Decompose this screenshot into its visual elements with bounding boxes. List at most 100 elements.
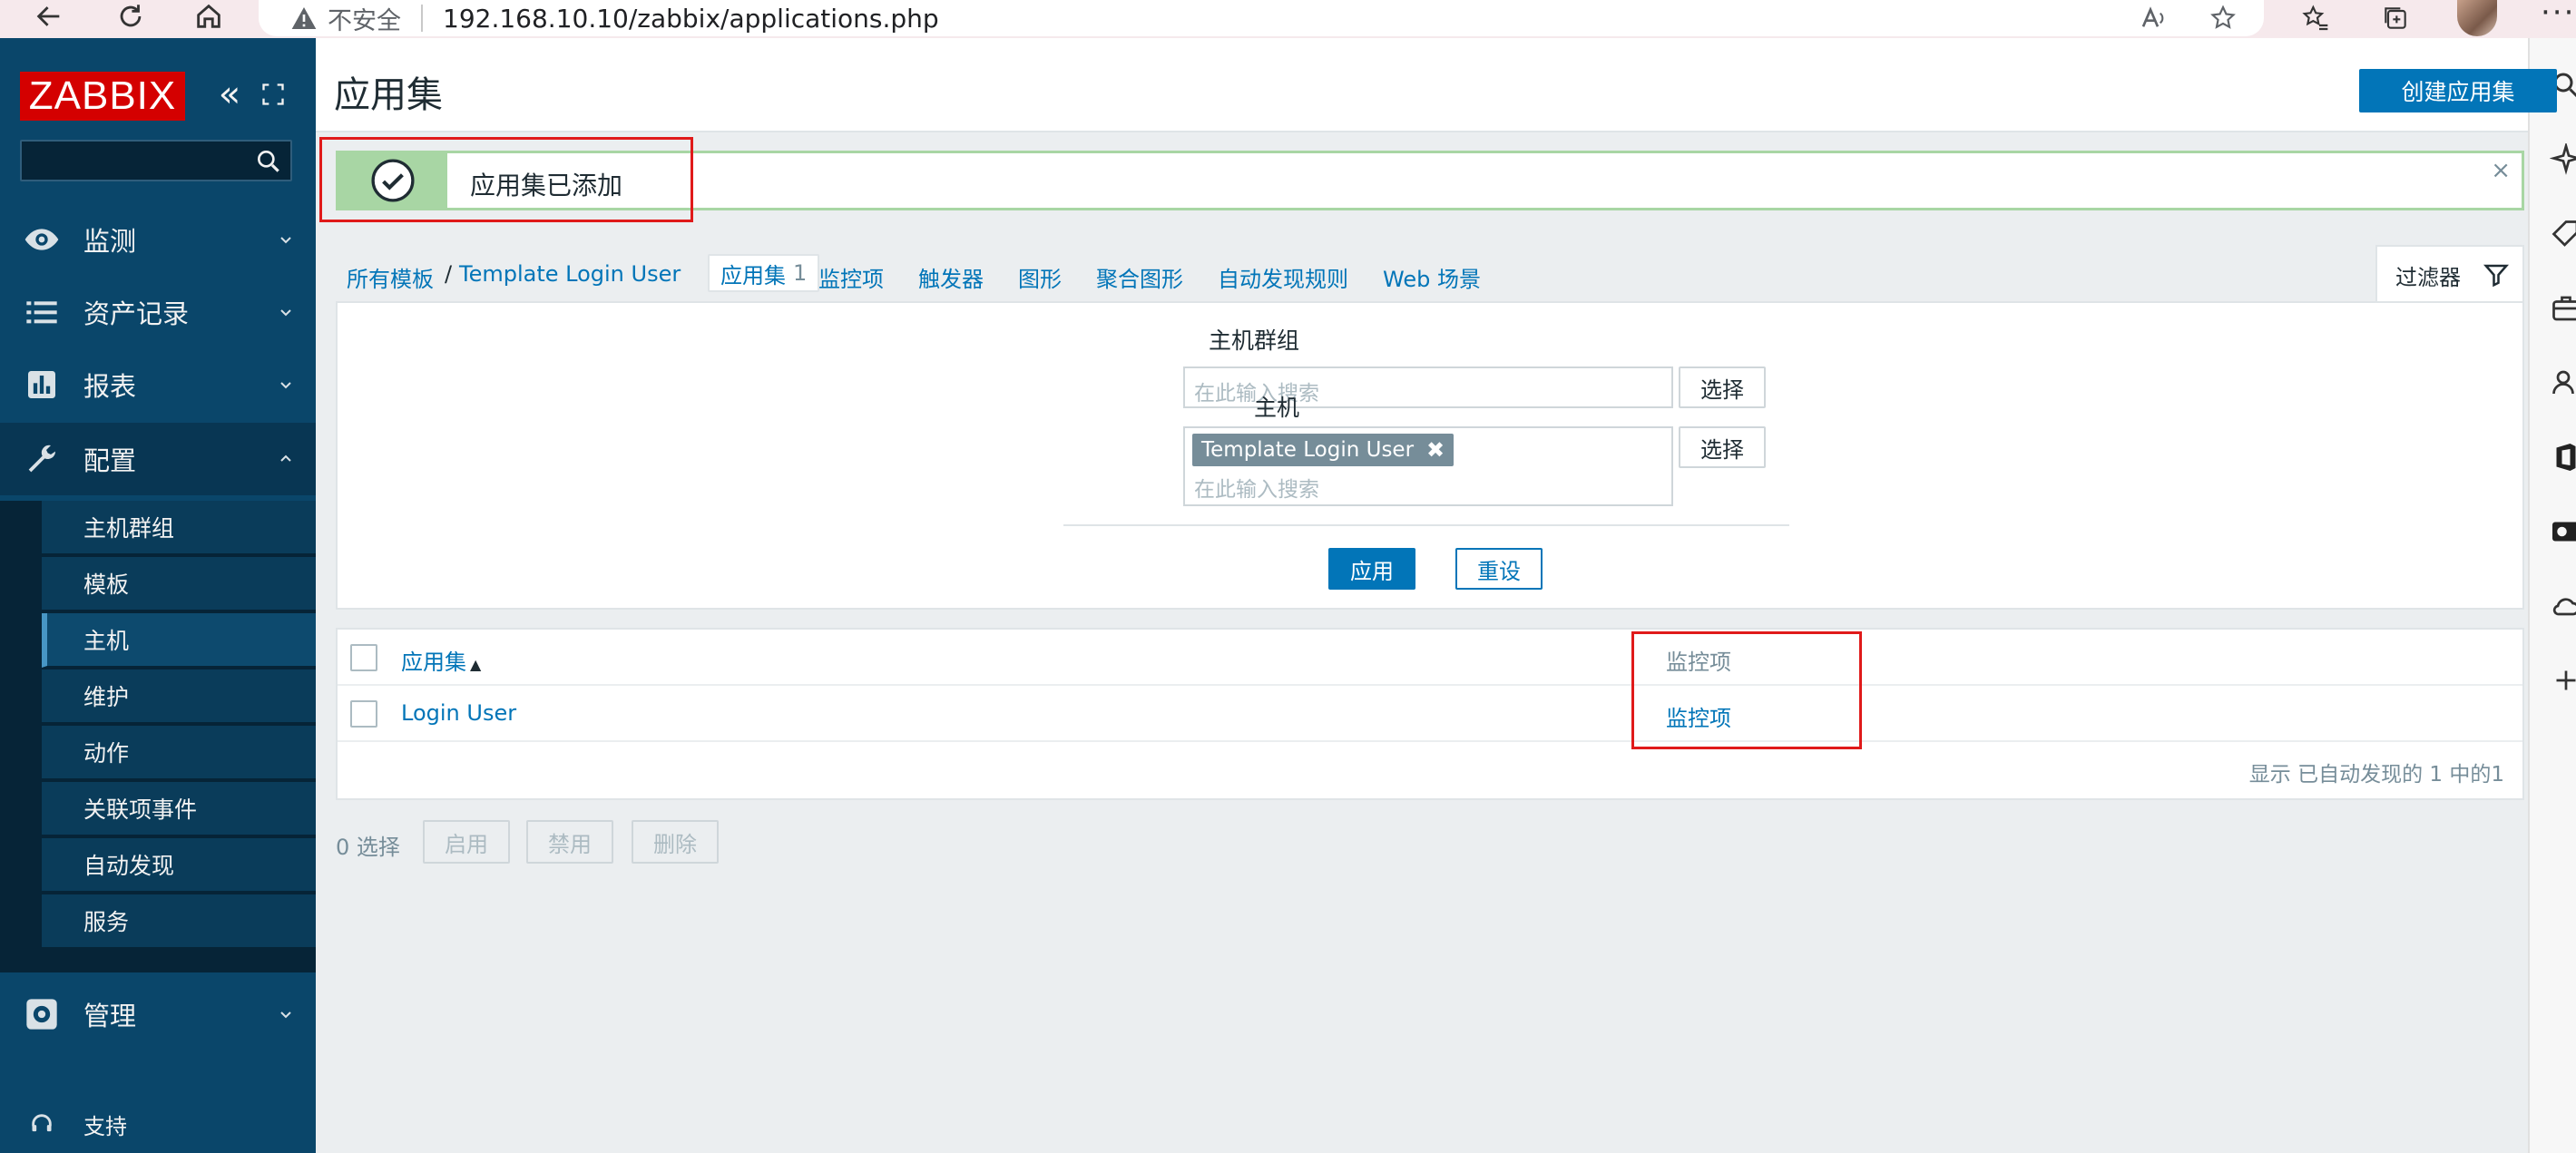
filter-tab[interactable]: 过滤器 xyxy=(2375,245,2524,303)
back-arrow-icon xyxy=(36,6,60,26)
add-favorite-button[interactable] xyxy=(2203,2,2243,34)
tab-screens[interactable]: 聚合图形 xyxy=(1096,261,1183,293)
host-chip: Template Login User ✖ xyxy=(1192,434,1455,466)
home-icon xyxy=(197,4,220,28)
delete-button[interactable]: 删除 xyxy=(632,820,719,864)
host-search-placeholder[interactable]: 在此输入搜索 xyxy=(1194,472,1319,503)
tab-count: 1 xyxy=(793,260,808,286)
host-group-select-button[interactable]: 选择 xyxy=(1679,366,1766,408)
wrench-icon xyxy=(24,441,60,477)
close-icon[interactable]: × xyxy=(2491,157,2511,184)
home-button[interactable] xyxy=(181,0,236,33)
column-application[interactable]: 应用集 ▲ xyxy=(401,644,481,676)
menu-inventory[interactable]: 资产记录 xyxy=(0,276,316,348)
submenu-correlation[interactable]: 关联项事件 xyxy=(42,782,316,836)
success-message: 应用集已添加 × xyxy=(336,151,2524,210)
outlook-icon[interactable] xyxy=(2550,515,2576,548)
submenu-hosts[interactable]: 主机 xyxy=(42,613,316,668)
read-aloud-icon xyxy=(2141,6,2164,27)
collections-button[interactable] xyxy=(2375,2,2415,34)
menu-reports[interactable]: 报表 xyxy=(0,348,316,421)
breadcrumb-all-templates[interactable]: 所有模板 xyxy=(347,261,434,293)
menu-configuration[interactable]: 配置 xyxy=(0,423,316,495)
page-title: 应用集 xyxy=(334,74,443,116)
favorites-button[interactable] xyxy=(2296,2,2336,34)
toolbox-icon[interactable] xyxy=(2550,292,2576,325)
sort-asc-icon: ▲ xyxy=(470,656,482,673)
table-footer: 显示 已自动发现的 1 中的1 xyxy=(2248,763,2504,787)
submenu-services[interactable]: 服务 xyxy=(42,894,316,949)
copilot-icon[interactable] xyxy=(2549,142,2576,176)
tab-web-scenarios[interactable]: Web 场景 xyxy=(1383,261,1481,293)
office-icon[interactable] xyxy=(2550,441,2576,474)
disable-button[interactable]: 禁用 xyxy=(526,820,613,864)
add-panel-icon[interactable] xyxy=(2550,664,2576,697)
support-link[interactable]: 支持 xyxy=(0,1101,316,1147)
filter-tab-label: 过滤器 xyxy=(2395,264,2461,290)
application-name-link[interactable]: Login User xyxy=(401,700,516,726)
selected-count: 0 选择 xyxy=(336,835,400,860)
create-application-button[interactable]: 创建应用集 xyxy=(2359,69,2557,112)
submenu-actions[interactable]: 动作 xyxy=(42,726,316,780)
read-aloud-button[interactable] xyxy=(2134,2,2174,34)
refresh-button[interactable] xyxy=(103,0,158,33)
navigation-tabs: 所有模板 / Template Login User 应用集 1 监控项 触发器… xyxy=(336,245,2524,303)
remove-chip-icon[interactable]: ✖ xyxy=(1426,437,1445,463)
kiosk-icon xyxy=(262,83,284,105)
submenu-maintenance[interactable]: 维护 xyxy=(42,669,316,724)
breadcrumb-template[interactable]: Template Login User xyxy=(459,261,681,287)
sidebar-search-input[interactable] xyxy=(20,140,292,181)
row-checkbox[interactable] xyxy=(350,700,377,728)
zabbix-logo[interactable]: ZABBIX xyxy=(20,72,185,121)
menu-monitoring[interactable]: 监测 xyxy=(0,203,316,276)
chevron-down-icon xyxy=(280,309,291,317)
tab-graphs[interactable]: 图形 xyxy=(1018,261,1062,293)
filter-divider xyxy=(1063,524,1789,526)
people-icon[interactable] xyxy=(2550,366,2576,399)
url-text[interactable]: 192.168.10.10/zabbix/applications.php xyxy=(443,4,939,34)
submenu-host-groups[interactable]: 主机群组 xyxy=(42,501,316,555)
headset-icon xyxy=(32,1114,52,1132)
back-button[interactable] xyxy=(22,0,76,33)
favorites-icon xyxy=(2302,5,2328,31)
host-select-button[interactable]: 选择 xyxy=(1679,426,1766,468)
column-items: 监控项 xyxy=(1666,650,1731,675)
success-message-text: 应用集已添加 xyxy=(470,171,623,200)
chevron-up-icon xyxy=(280,454,291,462)
menu-label: 资产记录 xyxy=(83,298,190,329)
items-link[interactable]: 监控项 xyxy=(1666,700,1731,732)
tab-items[interactable]: 监控项 xyxy=(818,261,884,293)
refresh-icon xyxy=(120,5,142,27)
submenu-templates[interactable]: 模板 xyxy=(42,557,316,611)
star-plus-icon xyxy=(2210,5,2236,29)
submenu-discovery[interactable]: 自动发现 xyxy=(42,838,316,893)
chevron-down-icon xyxy=(280,382,291,389)
apply-filter-button[interactable]: 应用 xyxy=(1328,548,1415,590)
menu-administration[interactable]: 管理 xyxy=(0,978,316,1050)
table-header-row: 应用集 ▲ 监控项 xyxy=(338,630,2522,686)
reset-filter-button[interactable]: 重设 xyxy=(1455,548,1543,590)
tab-label: 应用集 xyxy=(720,262,786,288)
cloud-icon[interactable] xyxy=(2550,590,2576,622)
browser-side-panel xyxy=(2528,38,2576,1153)
address-bar[interactable]: 不安全 192.168.10.10/zabbix/applications.ph… xyxy=(259,0,2264,36)
host-multiselect[interactable]: Template Login User ✖ 在此输入搜索 xyxy=(1183,426,1673,506)
collapse-sidebar-button[interactable]: « xyxy=(211,73,248,115)
profile-avatar[interactable] xyxy=(2457,0,2497,36)
tab-applications[interactable]: 应用集 1 xyxy=(708,254,820,292)
list-icon xyxy=(24,294,60,330)
menu-label: 管理 xyxy=(83,1001,137,1031)
menu-label: 配置 xyxy=(83,445,137,476)
search-icon[interactable] xyxy=(254,147,283,176)
tab-discovery-rules[interactable]: 自动发现规则 xyxy=(1218,261,1348,293)
configuration-submenu: 主机群组 模板 主机 维护 动作 关联项事件 自动发现 服务 xyxy=(0,501,316,972)
bar-chart-icon xyxy=(24,366,60,403)
menu-label: 监测 xyxy=(83,226,137,257)
gear-icon xyxy=(24,996,60,1032)
kiosk-mode-button[interactable] xyxy=(255,74,291,114)
more-menu-icon[interactable]: ··· xyxy=(2541,0,2575,31)
select-all-checkbox[interactable] xyxy=(350,644,377,671)
tag-icon[interactable] xyxy=(2550,218,2576,250)
tab-triggers[interactable]: 触发器 xyxy=(918,261,984,293)
enable-button[interactable]: 启用 xyxy=(423,820,510,864)
